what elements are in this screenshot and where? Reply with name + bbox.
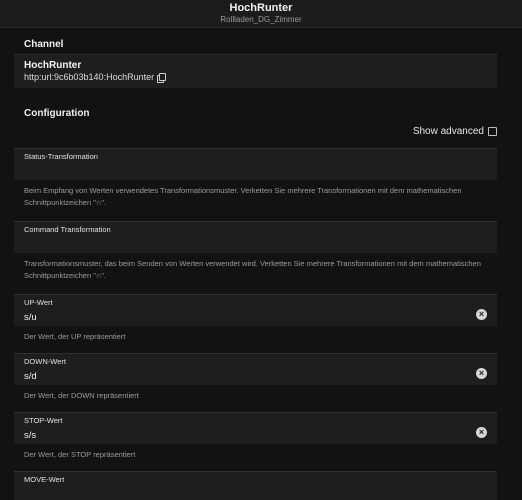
field-label: Command Transformation <box>24 225 111 234</box>
channel-uid: http:url:9c6b03b140:HochRunter <box>24 72 155 82</box>
command-transformation-field[interactable]: Command Transformation <box>14 221 497 253</box>
show-advanced-toggle[interactable]: Show advanced <box>413 126 497 137</box>
field-value[interactable]: s/u <box>24 312 37 323</box>
stop-value-field[interactable]: STOP-Wert s/s × <box>14 412 497 444</box>
field-label: UP-Wert <box>24 298 53 307</box>
field-help: Beim Empfang von Werten verwendetes Tran… <box>24 186 462 207</box>
channel-name: HochRunter <box>24 60 82 71</box>
field-help: Der Wert, der DOWN repräsentiert <box>24 391 139 400</box>
status-transformation-field[interactable]: Status-Transformation <box>14 148 497 180</box>
field-value[interactable]: s/d <box>24 371 37 382</box>
clear-icon[interactable]: × <box>476 309 487 320</box>
page-title: HochRunter <box>229 2 293 14</box>
field-value[interactable]: s/s <box>24 430 36 441</box>
field-label: MOVE-Wert <box>24 475 65 484</box>
title-bar: HochRunter Rollladen_DG_Zimmer <box>0 0 522 28</box>
configuration-section-title: Configuration <box>24 108 90 119</box>
channel-uid-row: http:url:9c6b03b140:HochRunter <box>24 72 167 83</box>
clear-icon[interactable]: × <box>476 427 487 438</box>
field-help: Transformationsmuster, das beim Senden v… <box>24 259 481 280</box>
field-label: DOWN-Wert <box>24 357 66 366</box>
move-value-field[interactable]: MOVE-Wert <box>14 471 497 500</box>
field-help: Der Wert, der STOP repräsentiert <box>24 450 136 459</box>
copy-icon[interactable] <box>157 72 167 83</box>
up-value-field[interactable]: UP-Wert s/u × <box>14 294 497 326</box>
field-label: STOP-Wert <box>24 416 63 425</box>
page-subtitle: Rollladen_DG_Zimmer <box>220 15 302 24</box>
show-advanced-label: Show advanced <box>412 126 484 137</box>
down-value-field[interactable]: DOWN-Wert s/d × <box>14 353 497 385</box>
channel-section-title: Channel <box>24 39 64 50</box>
field-help: Der Wert, der UP repräsentiert <box>24 332 126 341</box>
field-label: Status-Transformation <box>24 152 98 161</box>
show-advanced-checkbox[interactable] <box>488 127 497 136</box>
clear-icon[interactable]: × <box>476 368 487 379</box>
channel-card: HochRunter http:url:9c6b03b140:HochRunte… <box>14 54 497 88</box>
